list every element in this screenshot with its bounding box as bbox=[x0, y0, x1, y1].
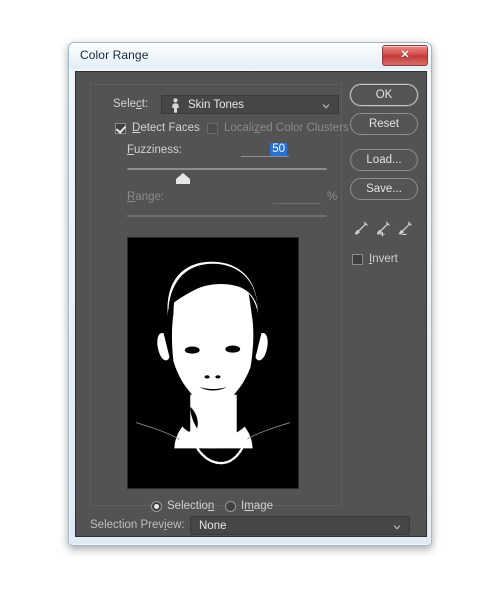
mask-preview-image bbox=[128, 238, 298, 488]
settings-group: Select: Skin Tones Detect Faces Localize… bbox=[90, 84, 349, 512]
chevron-down-icon bbox=[393, 525, 401, 530]
load-button[interactable]: Load... bbox=[350, 149, 418, 171]
image-radio-label[interactable]: Image bbox=[241, 500, 273, 512]
fuzziness-input[interactable]: 50 bbox=[241, 143, 289, 157]
invert-row: Invert bbox=[350, 252, 430, 268]
title-bar[interactable]: Color Range ✕ bbox=[69, 43, 431, 69]
range-row: Range: % bbox=[91, 190, 343, 206]
invert-label[interactable]: Invert bbox=[369, 253, 398, 265]
select-value: Skin Tones bbox=[188, 99, 245, 111]
localized-color-clusters-label: Localized Color Clusters bbox=[224, 122, 349, 134]
select-dropdown[interactable]: Skin Tones bbox=[161, 95, 339, 114]
selection-preview-row: Selection Preview: None bbox=[90, 516, 410, 536]
color-range-dialog: Color Range ✕ Select: Skin Tones Detect … bbox=[68, 42, 432, 546]
select-label: Select: bbox=[113, 98, 149, 110]
person-icon bbox=[172, 98, 179, 113]
image-radio[interactable] bbox=[225, 501, 236, 512]
eyedropper-plus-icon[interactable] bbox=[374, 220, 392, 238]
detect-faces-checkbox[interactable] bbox=[115, 123, 126, 134]
checkbox-row: Detect Faces Localized Color Clusters bbox=[91, 121, 349, 137]
selection-preview-value: None bbox=[199, 520, 227, 532]
preview-mode-radio-group: Selection Image bbox=[91, 499, 343, 515]
dialog-body: Select: Skin Tones Detect Faces Localize… bbox=[75, 71, 427, 537]
fuzziness-row: Fuzziness: 50 bbox=[91, 143, 343, 159]
range-slider-track bbox=[127, 215, 327, 217]
select-row: Select: Skin Tones bbox=[91, 95, 343, 115]
selection-preview-dropdown[interactable]: None bbox=[190, 516, 410, 535]
eyedropper-tools bbox=[350, 220, 418, 240]
localized-color-clusters-checkbox bbox=[207, 123, 218, 134]
fuzziness-slider-track[interactable] bbox=[127, 168, 327, 170]
range-input bbox=[273, 190, 321, 204]
window-title: Color Range bbox=[80, 48, 149, 62]
eyedropper-icon[interactable] bbox=[352, 220, 370, 238]
fuzziness-label: Fuzziness: bbox=[127, 144, 182, 156]
ok-button[interactable]: OK bbox=[350, 84, 418, 106]
range-unit: % bbox=[327, 191, 338, 203]
action-buttons-column: OK Reset Load... Save... Invert bbox=[350, 84, 418, 268]
save-button[interactable]: Save... bbox=[350, 178, 418, 200]
detect-faces-label[interactable]: Detect Faces bbox=[132, 122, 200, 134]
selection-radio[interactable] bbox=[151, 501, 162, 512]
invert-checkbox[interactable] bbox=[352, 254, 363, 265]
mask-preview[interactable] bbox=[127, 237, 299, 489]
reset-button[interactable]: Reset bbox=[350, 113, 418, 135]
close-icon: ✕ bbox=[400, 49, 410, 61]
close-button[interactable]: ✕ bbox=[382, 45, 428, 66]
chevron-down-icon bbox=[322, 104, 330, 109]
eyedropper-minus-icon[interactable] bbox=[396, 220, 414, 238]
selection-radio-label[interactable]: Selection bbox=[167, 500, 214, 512]
fuzziness-value: 50 bbox=[270, 143, 287, 156]
slider-thumb-shape bbox=[176, 173, 190, 184]
selection-preview-label: Selection Preview: bbox=[90, 519, 185, 531]
range-label: Range: bbox=[127, 191, 165, 203]
